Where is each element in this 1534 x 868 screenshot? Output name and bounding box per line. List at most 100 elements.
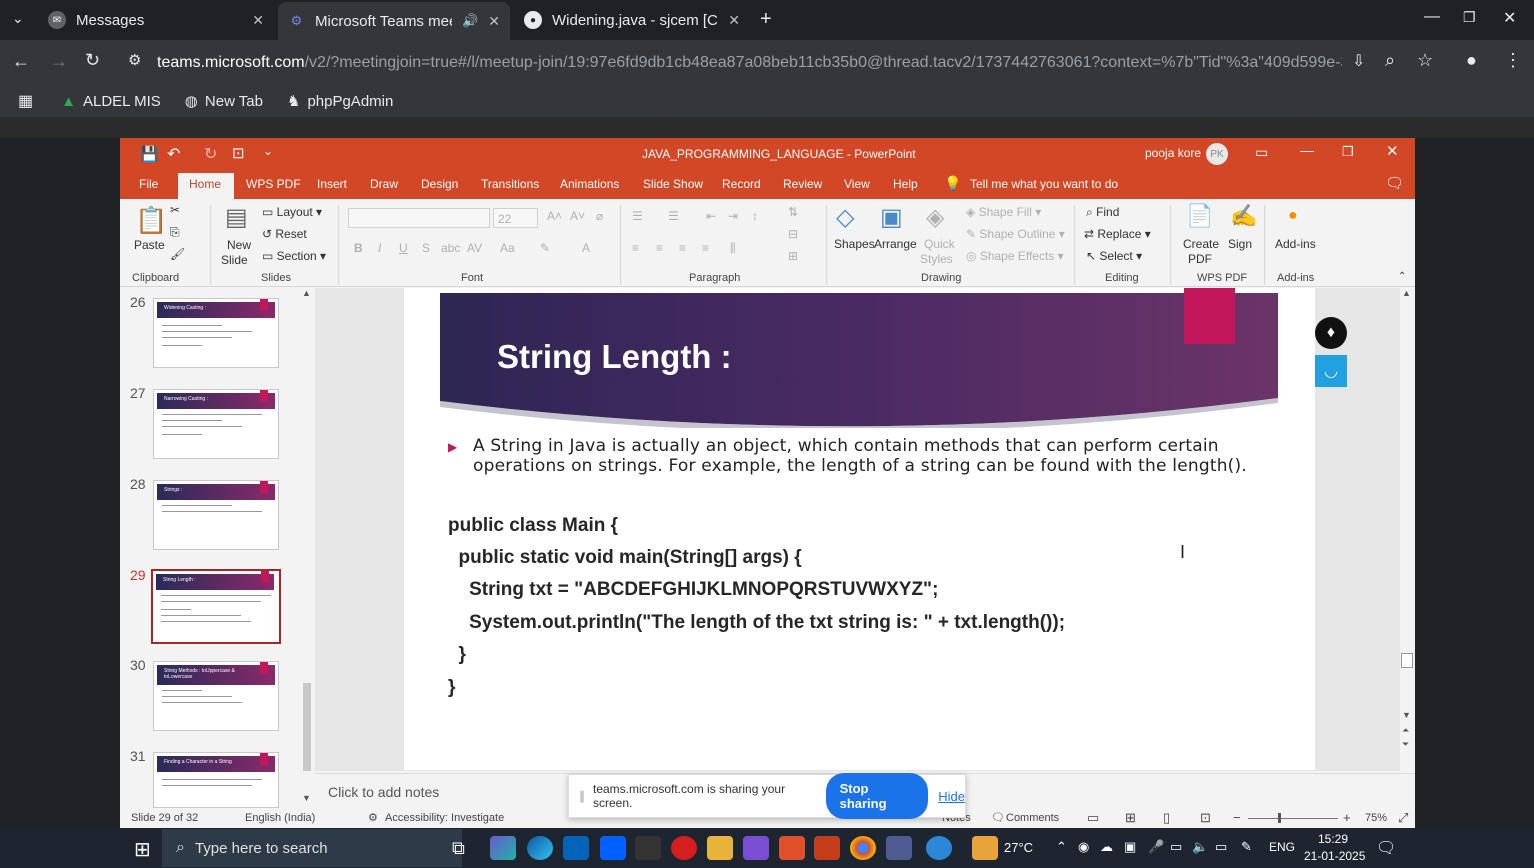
language-status[interactable]: English (India) (245, 812, 315, 824)
reset-button[interactable]: ↺ Reset (262, 227, 307, 241)
pen-icon[interactable]: ✎ (1241, 839, 1252, 855)
italic-icon[interactable]: I (378, 241, 381, 255)
reload-icon[interactable]: ↻ (85, 50, 100, 71)
thumbnail-scrollbar[interactable]: ▲ ▼ (300, 288, 314, 808)
tab-home[interactable]: Home (189, 177, 221, 191)
zoom-icon[interactable]: ⌕ (1385, 50, 1395, 71)
user-name[interactable]: pooja kore (1145, 146, 1201, 160)
customize-qat-icon[interactable]: ⌄ (263, 144, 273, 158)
bookmark-new-tab[interactable]: ◍ New Tab (185, 92, 263, 111)
camera-icon[interactable]: ▣ (1124, 839, 1136, 855)
tab-view[interactable]: View (844, 177, 870, 191)
show-hidden-icons[interactable]: ⌃ (1056, 839, 1067, 855)
bullets-icon[interactable]: ☰ (632, 209, 643, 223)
slide-thumbnail-28[interactable]: Strings : (153, 480, 279, 550)
bookmark-aldel-mis[interactable]: ▲ ALDEL MIS (61, 93, 161, 110)
windows-start-icon[interactable]: ⊞ (134, 837, 151, 862)
copilot-icon[interactable] (490, 836, 516, 860)
replace-button[interactable]: ⇄ Replace ▾ (1084, 227, 1151, 241)
zoom-slider[interactable] (1248, 818, 1338, 819)
close-tab-icon[interactable]: ✕ (252, 12, 264, 29)
tab-file[interactable]: File (139, 177, 158, 191)
slide-thumbnail-30[interactable]: String Methods : toUppercase & toLowerca… (153, 661, 279, 731)
quick-styles-label-2[interactable]: Styles (920, 252, 953, 266)
notes-placeholder[interactable]: Click to add notes (328, 784, 439, 800)
microphone-icon[interactable]: 🎤 (1148, 839, 1164, 855)
menu-icon[interactable]: ⋮ (1504, 50, 1522, 71)
slide-29[interactable]: String Length : ▶ A String in Java is ac… (404, 288, 1315, 770)
select-button[interactable]: ↖ Select ▾ (1086, 249, 1142, 263)
language-indicator[interactable]: ENG (1269, 840, 1295, 854)
battery-icon[interactable]: ▭ (1170, 839, 1182, 855)
outlook-icon[interactable] (563, 836, 589, 860)
new-slide-label-2[interactable]: Slide (221, 253, 248, 267)
next-slide-icon[interactable]: ⏷ (1402, 739, 1409, 750)
align-left-icon[interactable]: ≡ (632, 241, 639, 255)
zoom-in-icon[interactable]: + (1343, 810, 1351, 825)
tab-widening-java[interactable]: ● Widening.java - sjcem [Cc ✕ (514, 4, 750, 36)
sign-button[interactable]: Sign (1228, 237, 1252, 251)
drag-handle-icon[interactable]: ∥ (579, 789, 585, 803)
scroll-up-icon[interactable]: ▲ (302, 288, 311, 298)
ribbon-display-icon[interactable]: ▭ (1255, 144, 1268, 161)
shadow-icon[interactable]: S (422, 241, 430, 255)
chrome-icon[interactable] (850, 836, 876, 860)
change-case-icon[interactable]: Aa (500, 241, 515, 255)
notifications-icon[interactable]: 🗨 (1376, 838, 1396, 858)
bookmark-star-icon[interactable]: ☆ (1417, 50, 1433, 71)
profile-icon[interactable]: ● (1466, 50, 1477, 71)
font-name-box[interactable] (348, 208, 490, 228)
redo-icon[interactable]: ↻ (204, 144, 217, 164)
quick-styles-label-1[interactable]: Quick (924, 237, 955, 251)
taskbar-search[interactable]: ⌕ Type here to search (162, 829, 462, 867)
tab-animations[interactable]: Animations (560, 177, 619, 191)
wps-icon[interactable] (779, 836, 805, 860)
opera-icon[interactable] (671, 836, 697, 860)
new-tab-icon[interactable]: + (760, 8, 772, 31)
dropbox-icon[interactable] (600, 836, 626, 860)
slide-thumbnail-27[interactable]: Narrowing Casting : (153, 389, 279, 459)
undo-icon[interactable]: ↶ (167, 144, 180, 164)
underline-icon[interactable]: U (399, 241, 408, 255)
zoom-slider-thumb[interactable] (1278, 813, 1281, 823)
scroll-down-icon[interactable]: ▼ (302, 793, 311, 803)
paste-button[interactable]: Paste (134, 238, 165, 252)
line-spacing-icon[interactable]: ↕ (752, 209, 758, 223)
zoom-level[interactable]: 75% (1365, 812, 1387, 824)
arrange-icon[interactable]: ▣ (880, 203, 903, 232)
increase-indent-icon[interactable]: ⇥ (728, 209, 738, 223)
shape-effects-button[interactable]: ◎ Shape Effects ▾ (966, 249, 1064, 263)
tab-transitions[interactable]: Transitions (481, 177, 539, 191)
close-icon[interactable]: ✕ (1386, 142, 1399, 160)
audio-playing-icon[interactable]: 🔊 (462, 13, 478, 29)
close-window-icon[interactable]: ✕ (1503, 8, 1516, 28)
tab-record[interactable]: Record (722, 177, 761, 191)
minimize-icon[interactable]: — (1300, 142, 1314, 158)
widget-icon[interactable]: ◡ (1315, 355, 1347, 387)
cut-icon[interactable]: ✂ (170, 203, 180, 217)
tab-insert[interactable]: Insert (317, 177, 347, 191)
reading-view-icon[interactable]: ▯ (1163, 810, 1170, 826)
addins-button[interactable]: Add-ins (1275, 237, 1316, 251)
highlight-icon[interactable]: ✎ (540, 241, 550, 255)
text-direction-icon[interactable]: ⇅ (788, 205, 798, 219)
tab-design[interactable]: Design (421, 177, 458, 191)
font-size-box[interactable]: 22 (493, 208, 538, 228)
shape-outline-button[interactable]: ✎ Shape Outline ▾ (966, 227, 1065, 241)
file-explorer-icon[interactable] (707, 836, 733, 860)
paste-icon[interactable]: 📋 (135, 205, 167, 236)
accessibility-status[interactable]: Accessibility: Investigate (385, 812, 504, 824)
weather-icon[interactable] (972, 836, 998, 860)
minimize-window-icon[interactable]: — (1424, 8, 1440, 26)
addins-icon[interactable]: ● (1288, 207, 1298, 225)
slide-scrollbar[interactable]: ▲ ▼ ⏶ ⏷ (1400, 288, 1415, 771)
tab-messages[interactable]: ✉ Messages ✕ (38, 4, 274, 36)
font-color-icon[interactable]: A (582, 241, 590, 255)
scroll-thumb[interactable] (1401, 653, 1413, 668)
section-button[interactable]: ▭ Section ▾ (262, 249, 326, 263)
copy-icon[interactable]: ⎘ (170, 225, 180, 240)
volume-icon[interactable]: 🔈 (1192, 839, 1208, 855)
bold-icon[interactable]: B (354, 241, 363, 255)
slide-title[interactable]: String Length : (497, 338, 732, 376)
m365-icon[interactable] (743, 836, 769, 860)
